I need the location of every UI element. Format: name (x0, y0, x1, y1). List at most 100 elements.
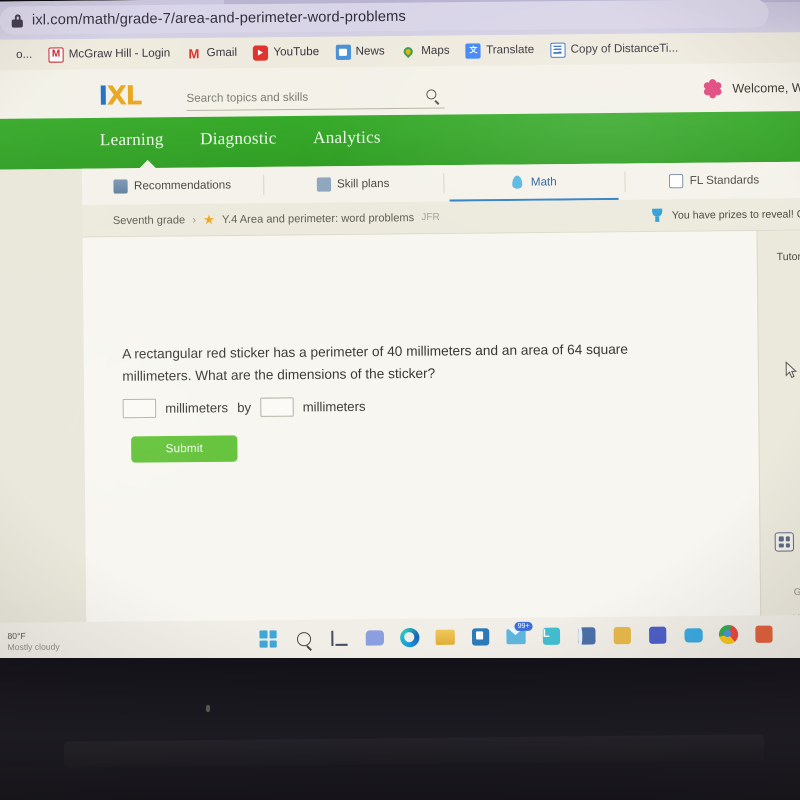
mouse-cursor (785, 361, 798, 379)
answer-input-first[interactable] (122, 398, 157, 419)
standards-icon (669, 174, 684, 189)
office-icon[interactable] (753, 624, 774, 645)
address-bar[interactable]: ixl.com/math/grade-7/area-and-perimeter-… (0, 0, 769, 35)
prizes-banner[interactable]: You have prizes to reveal! G (650, 206, 800, 224)
mail-badge: 99+ (514, 621, 533, 632)
laptop-screen: ixl.com/math/grade-7/area-and-perimeter-… (0, 0, 800, 672)
unit-label-first: millimeters (165, 400, 229, 416)
lock-icon (11, 13, 23, 28)
bookmark-item-news[interactable]: News (329, 42, 391, 62)
bookmark-item[interactable]: o... (0, 45, 38, 65)
url-text: ixl.com/math/grade-7/area-and-perimeter-… (31, 8, 406, 29)
math-icon (511, 176, 525, 190)
zoom-icon[interactable] (682, 624, 703, 645)
task-view-icon[interactable] (328, 628, 349, 649)
search-icon[interactable] (426, 88, 440, 105)
file-explorer-icon[interactable] (434, 627, 455, 648)
maps-pin-icon (401, 44, 416, 59)
generic-bookmark-icon (0, 47, 11, 62)
search-icon[interactable] (293, 628, 314, 649)
tab-math[interactable]: Math (443, 163, 624, 201)
bookmark-item-maps[interactable]: Maps (395, 41, 456, 61)
taskbar-icons: 99+ L (257, 621, 774, 650)
bookmark-label: Copy of DistanceTi... (570, 42, 679, 56)
nav-item-diagnostic[interactable]: Diagnostic (200, 128, 277, 149)
rail-menu-item[interactable]: Ge (794, 587, 800, 598)
bookmark-item-gmail[interactable]: M Gmail (180, 43, 243, 63)
youtube-icon (253, 44, 269, 61)
bookmark-item-distance-ti[interactable]: Copy of DistanceTi... (544, 39, 684, 60)
question-text: A rectangular red sticker has a perimete… (122, 341, 628, 384)
onenote-icon[interactable] (612, 625, 633, 646)
bookmark-item-youtube[interactable]: YouTube (247, 42, 325, 62)
weather-temperature: 80°F (7, 630, 26, 641)
lino-icon[interactable]: L (541, 626, 562, 647)
translate-icon (465, 42, 482, 59)
tab-skill-plans[interactable]: Skill plans (263, 165, 444, 203)
laptop-photo: ixl.com/math/grade-7/area-and-perimeter-… (0, 0, 800, 800)
account-area[interactable]: Welcome, W (702, 77, 800, 100)
weather-condition: Mostly cloudy (7, 641, 60, 652)
gmail-icon: M (188, 45, 200, 61)
teams-icon[interactable] (647, 625, 668, 646)
answer-row: millimeters by millimeters (122, 397, 366, 419)
primary-nav: Learning Diagnostic Analytics (0, 111, 800, 170)
bookmark-item-translate[interactable]: Translate (460, 40, 541, 60)
welcome-text: Welcome, W (732, 80, 800, 96)
skill-code: JFR (421, 211, 440, 224)
breadcrumb-separator: › (192, 213, 197, 226)
trophy-icon (650, 207, 666, 223)
windows-start-icon[interactable] (257, 628, 278, 649)
ixl-header: IXL Search topics and skills Welcome, W (0, 62, 800, 119)
tab-fl-standards[interactable]: FL Standards (624, 162, 800, 200)
bookmark-label: YouTube (273, 45, 320, 59)
prizes-text: You have prizes to reveal! G (671, 207, 800, 222)
logo-letters-xl: XL (106, 81, 141, 112)
laptop-body (0, 658, 800, 800)
recommendations-icon (113, 179, 129, 194)
outlook-icon[interactable] (576, 625, 597, 646)
tab-label: Math (530, 176, 557, 189)
tab-label: FL Standards (689, 174, 760, 188)
breadcrumb-skill: Y.4 Area and perimeter: word problems (221, 211, 415, 226)
laptop-indicator-light (206, 705, 210, 712)
bookmark-label: Maps (421, 44, 450, 58)
search-input[interactable]: Search topics and skills (186, 84, 445, 111)
calculator-icon[interactable] (774, 532, 795, 552)
breadcrumb: Seventh grade › ★ Y.4 Area and perimeter… (113, 209, 440, 228)
answer-input-second[interactable] (260, 397, 294, 417)
news-icon (335, 44, 351, 60)
bookmark-label: o... (16, 48, 33, 62)
google-docs-icon (550, 42, 566, 58)
chrome-icon[interactable] (718, 624, 739, 645)
rail-menu: T Ge Vie Imp (790, 560, 800, 623)
breadcrumb-grade[interactable]: Seventh grade (113, 214, 186, 227)
bookmark-label: Translate (485, 43, 535, 57)
chat-icon[interactable] (364, 627, 385, 648)
bookmark-label: News (355, 45, 385, 58)
star-icon[interactable]: ★ (203, 211, 215, 227)
ixl-logo[interactable]: IXL (98, 81, 141, 112)
mcgraw-hill-icon: M (48, 46, 64, 63)
bookmark-item-mcgraw-hill[interactable]: M McGraw Hill - Login (42, 44, 176, 65)
nav-item-learning[interactable]: Learning (100, 129, 164, 150)
edge-icon[interactable] (399, 627, 420, 648)
submit-button[interactable]: Submit (131, 435, 238, 463)
microsoft-store-icon[interactable] (470, 626, 491, 647)
unit-label-second: millimeters (302, 398, 366, 415)
tab-label: Skill plans (336, 177, 390, 191)
tutorial-link[interactable]: Tutori (777, 251, 800, 263)
nav-item-analytics[interactable]: Analytics (313, 127, 381, 148)
tab-label: Recommendations (133, 179, 232, 193)
connector-label: by (237, 399, 252, 416)
ixl-flower-icon (702, 77, 724, 99)
bookmark-label: Gmail (206, 46, 238, 60)
skill-plans-icon (316, 177, 331, 192)
right-rail: Tutori T Ge Vie Imp (756, 230, 800, 623)
bookmark-label: McGraw Hill - Login (68, 47, 171, 61)
mail-icon[interactable]: 99+ (505, 621, 533, 647)
tab-recommendations[interactable]: Recommendations (82, 167, 263, 205)
weather-widget[interactable]: 80°F Mostly cloudy (7, 630, 59, 652)
search-placeholder: Search topics and skills (186, 91, 309, 105)
question-card: A rectangular red sticker has a perimete… (82, 231, 761, 623)
